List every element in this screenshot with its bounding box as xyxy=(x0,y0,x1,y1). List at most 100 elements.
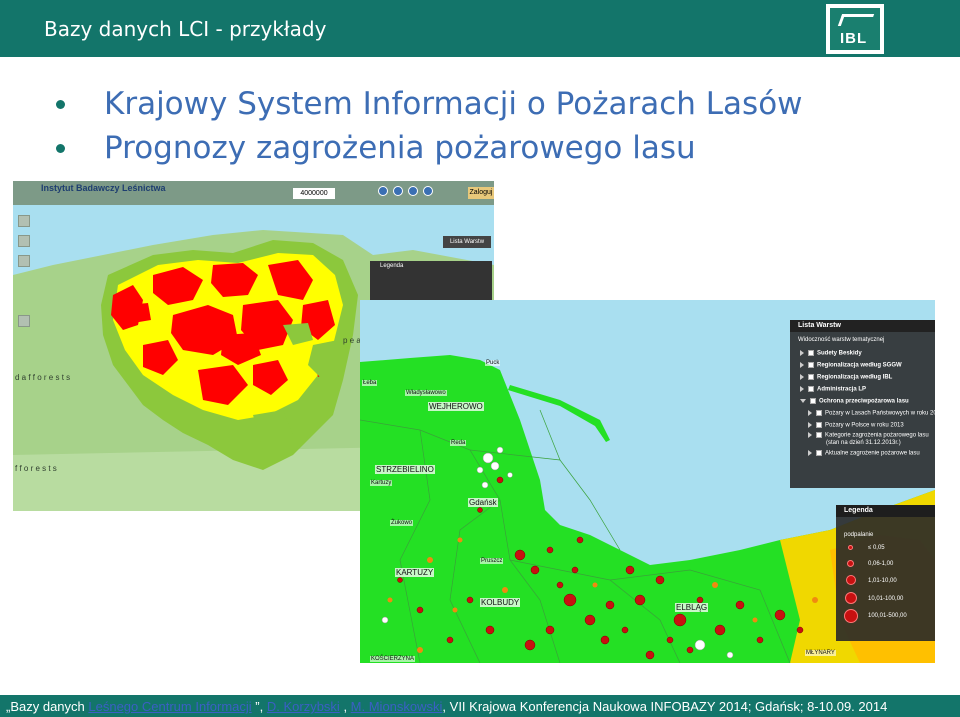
legend-dot-icon xyxy=(847,560,854,567)
bullet-text: Prognozy zagrożenia pożarowego lasu xyxy=(104,130,696,166)
layer-checkbox[interactable] xyxy=(808,386,814,392)
help-icon[interactable] xyxy=(423,186,433,196)
logo-mark: IBL xyxy=(830,8,880,50)
map-label: Reda xyxy=(450,440,467,446)
map-label: KARTUZY xyxy=(395,568,435,577)
layer-list-button[interactable]: Lista Warstw xyxy=(443,236,491,248)
layer-list-panel: Lista Warstw Widoczność warstw tematyczn… xyxy=(790,320,943,488)
zoom-in-icon[interactable] xyxy=(18,215,30,227)
layer-item[interactable]: Kategorie zagrożenia pożarowego lasu xyxy=(808,432,929,439)
legend-title: Legenda xyxy=(836,505,935,517)
bullet-item: Prognozy zagrożenia pożarowego lasu xyxy=(56,128,916,172)
ibl-logo: IBL xyxy=(826,4,884,54)
map-label: d a f f o r e s t s xyxy=(15,373,71,382)
map-label: Kartuzy xyxy=(370,480,393,486)
layer-label: Kategorie zagrożenia pożarowego lasu xyxy=(825,432,929,439)
layer-item[interactable]: Administracja LP xyxy=(800,386,866,393)
layer-item[interactable]: Aktualne zagrożenie pożarowe lasu xyxy=(808,450,920,457)
footer-separator: ”, xyxy=(251,699,267,714)
footer-bar: „Bazy danych Leśnego Centrum Informacji … xyxy=(0,695,960,717)
footer-link-author-mionskowski[interactable]: M. Mionskowski xyxy=(351,699,443,714)
bullet-list: Krajowy System Informacji o Pożarach Las… xyxy=(56,84,916,172)
map-label: Pruszcz xyxy=(480,558,504,564)
map-label: KOLBUDY xyxy=(480,598,521,607)
pan-icon[interactable] xyxy=(18,235,30,247)
header-bar: Bazy danych LCI - przykłady IBL xyxy=(0,0,960,57)
layer-item[interactable]: Sudety Beskidy xyxy=(800,350,862,357)
layer-checkbox[interactable] xyxy=(808,362,814,368)
login-button[interactable]: Zaloguj xyxy=(468,187,494,199)
layer-note: (stan na dzień 31.12.2013r.) xyxy=(826,440,901,446)
bullet-dot-icon xyxy=(56,100,65,109)
map-toolbar: Instytut Badawczy Leśnictwa 4000000 Zalo… xyxy=(13,181,494,205)
layer-panel-title: Lista Warstw xyxy=(790,320,935,332)
collapse-arrow-icon[interactable] xyxy=(800,399,806,403)
expand-arrow-icon[interactable] xyxy=(800,350,804,356)
layer-checkbox[interactable] xyxy=(816,422,822,428)
legend-subtitle: podpalanie xyxy=(844,532,874,538)
map-label: KOŚCIERZYNA xyxy=(370,656,416,662)
legend-row: 100,01-500,00 xyxy=(868,613,907,619)
expand-arrow-icon[interactable] xyxy=(800,386,804,392)
layer-checkbox[interactable] xyxy=(816,432,822,438)
layer-label: Sudety Beskidy xyxy=(817,350,862,357)
footer-prefix: „Bazy danych xyxy=(6,699,89,714)
expand-arrow-icon[interactable] xyxy=(800,374,804,380)
zoom-out-icon[interactable] xyxy=(18,315,30,327)
layer-label: Administracja LP xyxy=(817,386,867,393)
layer-checkbox[interactable] xyxy=(816,410,822,416)
layer-label: Ochrona przeciwpożarowa lasu xyxy=(819,398,909,405)
zoom-slider-icon[interactable] xyxy=(18,255,30,267)
layer-panel-subtitle: Widoczność warstw tematycznej xyxy=(798,337,885,343)
legend-row: 0,06-1,00 xyxy=(868,561,894,567)
footer-separator: , xyxy=(339,699,351,714)
layer-checkbox[interactable] xyxy=(808,374,814,380)
expand-arrow-icon[interactable] xyxy=(808,410,812,416)
legend-row: 1,01-10,00 xyxy=(868,578,897,584)
legend-dot-icon xyxy=(846,575,856,585)
map-label: Władysławowo xyxy=(405,390,447,396)
logo-text: IBL xyxy=(840,30,868,47)
layer-label: Aktualne zagrożenie pożarowe lasu xyxy=(825,450,920,457)
layer-item[interactable]: Regionalizacja według IBL xyxy=(800,374,892,381)
map-label: STRZEBIELINO xyxy=(375,465,435,474)
layer-item[interactable]: Pożary w Lasach Państwowych w roku 2013 xyxy=(808,410,943,417)
legend-row: ≤ 0,05 xyxy=(868,545,885,551)
footer-citation: „Bazy danych Leśnego Centrum Informacji … xyxy=(6,699,887,714)
map-label: Żukowo xyxy=(390,520,414,526)
legend-dot-icon xyxy=(848,545,853,550)
institute-title: Instytut Badawczy Leśnictwa xyxy=(41,183,166,193)
expand-arrow-icon[interactable] xyxy=(800,362,804,368)
footer-link-lci[interactable]: Leśnego Centrum Informacji xyxy=(88,699,251,714)
bullet-item: Krajowy System Informacji o Pożarach Las… xyxy=(56,84,916,128)
legend-panel: Legenda xyxy=(370,261,492,301)
expand-arrow-icon[interactable] xyxy=(808,432,812,438)
layer-label: Regionalizacja według SGGW xyxy=(817,362,902,369)
legend-panel: Legenda podpalanie ≤ 0,05 0,06-1,00 1,01… xyxy=(836,505,935,641)
legend-row: 10,01-100,00 xyxy=(868,596,904,602)
logo-roof-icon xyxy=(837,14,875,26)
layer-checkbox[interactable] xyxy=(810,398,816,404)
globe-icon[interactable] xyxy=(393,186,403,196)
map-label: ELBLĄG xyxy=(675,603,709,612)
bullet-dot-icon xyxy=(56,144,65,153)
globe-icon[interactable] xyxy=(378,186,388,196)
footer-link-author-korzybski[interactable]: D. Korzybski xyxy=(267,699,340,714)
scale-input[interactable]: 4000000 xyxy=(293,188,335,199)
map-label: WEJHEROWO xyxy=(428,402,484,411)
layer-item[interactable]: Pożary w Polsce w roku 2013 xyxy=(808,422,904,429)
map-label: f f o r e s t s xyxy=(15,464,57,473)
layer-item[interactable]: Regionalizacja według SGGW xyxy=(800,362,902,369)
globe-icon[interactable] xyxy=(408,186,418,196)
layer-checkbox[interactable] xyxy=(808,350,814,356)
layer-label: Regionalizacja według IBL xyxy=(817,374,893,381)
legend-dot-icon xyxy=(845,592,857,604)
legend-title: Legenda xyxy=(380,263,404,269)
legend-dot-icon xyxy=(844,609,858,623)
layer-item[interactable]: Ochrona przeciwpożarowa lasu xyxy=(800,398,909,405)
expand-arrow-icon[interactable] xyxy=(808,450,812,456)
map-label: Łeba xyxy=(362,380,378,386)
bullet-text: Krajowy System Informacji o Pożarach Las… xyxy=(104,86,803,122)
expand-arrow-icon[interactable] xyxy=(808,422,812,428)
layer-checkbox[interactable] xyxy=(816,450,822,456)
